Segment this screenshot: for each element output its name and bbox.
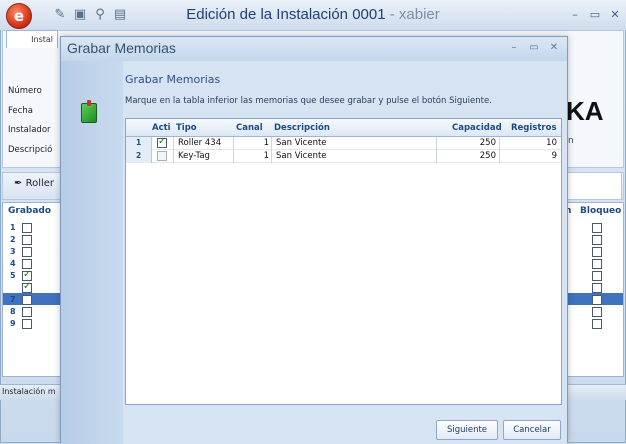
bloqueo-checkbox[interactable]: [592, 283, 602, 293]
field-label-descripcion: Descripció: [8, 145, 53, 155]
grabado-checkbox[interactable]: [22, 235, 32, 245]
status-text: Instalación m: [2, 387, 56, 396]
cell-canal[interactable]: 1: [233, 138, 269, 148]
memories-table: Acti Tipo Canal Descripción Capacidad Re…: [125, 118, 562, 405]
dialog-title: Grabar Memorias: [67, 40, 176, 56]
dialog-instruction: Marque en la tabla inferior las memorias…: [125, 96, 492, 106]
bloqueo-checkbox[interactable]: [592, 259, 602, 269]
bloqueo-checkbox[interactable]: [592, 307, 602, 317]
grabar-memorias-dialog: Grabar Memorias – ▭ ✕ Grabar Memorias Ma…: [60, 36, 568, 444]
col-bloqueo[interactable]: Bloqueo: [580, 206, 621, 216]
dialog-side-panel: [61, 61, 123, 444]
bloqueo-checkbox[interactable]: [592, 223, 602, 233]
cell-tipo[interactable]: Key-Tag: [178, 151, 210, 161]
th-canal[interactable]: Canal: [236, 123, 263, 133]
section-right-panel: [566, 172, 622, 200]
col-separator: [173, 137, 174, 163]
bloqueo-checkbox[interactable]: [592, 295, 602, 305]
bloqueo-checkbox[interactable]: [592, 319, 602, 329]
dialog-maximize-icon[interactable]: ▭: [527, 42, 541, 53]
roller-label: Roller: [25, 178, 55, 189]
cell-descripcion[interactable]: San Vicente: [276, 151, 327, 161]
table-row[interactable]: 2 Key-Tag 1 San Vicente 250 9: [126, 150, 561, 163]
grabado-checkbox[interactable]: [22, 247, 32, 257]
field-label-numero: Número: [8, 86, 42, 96]
cell-capacidad[interactable]: 250: [438, 138, 496, 148]
cell-registros[interactable]: 10: [501, 138, 557, 148]
bloqueo-checkbox[interactable]: [592, 247, 602, 257]
col-separator: [233, 137, 234, 163]
grabado-checkbox[interactable]: [22, 307, 32, 317]
pen-icon: ✒: [14, 178, 23, 189]
table-row[interactable]: 1 Roller 434 1 San Vicente 250 10: [126, 136, 561, 150]
minimize-icon[interactable]: –: [568, 8, 582, 21]
th-acti[interactable]: Acti: [152, 123, 171, 133]
cell-registros[interactable]: 9: [501, 151, 557, 161]
row-header[interactable]: 1: [126, 137, 152, 150]
main-window-title: Edición de la Instalación 0001 - xabier: [0, 6, 626, 23]
cell-capacidad[interactable]: 250: [438, 151, 496, 161]
grabado-checkbox[interactable]: [22, 259, 32, 269]
tab-instalacion[interactable]: Instal: [6, 30, 58, 48]
acti-checkbox[interactable]: [157, 151, 167, 161]
partial-label: n: [568, 136, 574, 146]
close-icon[interactable]: ✕: [608, 8, 622, 21]
cell-tipo[interactable]: Roller 434: [178, 138, 221, 148]
th-registros[interactable]: Registros: [511, 123, 557, 133]
grabado-checkbox[interactable]: [22, 295, 32, 305]
cell-descripcion[interactable]: San Vicente: [276, 138, 327, 148]
dialog-minimize-icon[interactable]: –: [507, 42, 521, 53]
row-header[interactable]: 2: [126, 150, 152, 163]
field-label-instalador: Instalador: [8, 125, 51, 135]
brand-logo: KA: [566, 96, 604, 126]
dialog-heading: Grabar Memorias: [125, 73, 221, 86]
bloqueo-checkbox[interactable]: [592, 235, 602, 245]
roller-section-title[interactable]: ✒ Roller: [14, 178, 54, 189]
bloqueo-checkbox[interactable]: [592, 271, 602, 281]
maximize-icon[interactable]: ▭: [588, 8, 602, 21]
dialog-close-icon[interactable]: ✕: [547, 42, 561, 53]
table-header: Acti Tipo Canal Descripción Capacidad Re…: [126, 119, 561, 137]
th-capacidad[interactable]: Capacidad: [452, 123, 502, 133]
main-title-text: Edición de la Instalación 0001: [186, 6, 386, 23]
memory-card-icon: [81, 100, 97, 123]
grabado-checkbox[interactable]: [22, 269, 32, 281]
grabado-checkbox[interactable]: [22, 319, 32, 329]
field-label-fecha: Fecha: [8, 106, 33, 116]
col-separator: [436, 137, 437, 163]
th-descripcion[interactable]: Descripción: [274, 123, 330, 133]
col-separator: [271, 137, 272, 163]
grabado-checkbox[interactable]: [22, 281, 32, 293]
next-button[interactable]: Siguiente: [436, 420, 498, 440]
main-title-user: - xabier: [385, 6, 440, 23]
cell-canal[interactable]: 1: [233, 151, 269, 161]
col-grabado[interactable]: Grabado: [8, 206, 51, 216]
th-tipo[interactable]: Tipo: [176, 123, 197, 133]
acti-checkbox[interactable]: [157, 136, 167, 148]
grabado-checkbox[interactable]: [22, 223, 32, 233]
col-separator: [499, 137, 500, 163]
cancel-button[interactable]: Cancelar: [503, 420, 561, 440]
